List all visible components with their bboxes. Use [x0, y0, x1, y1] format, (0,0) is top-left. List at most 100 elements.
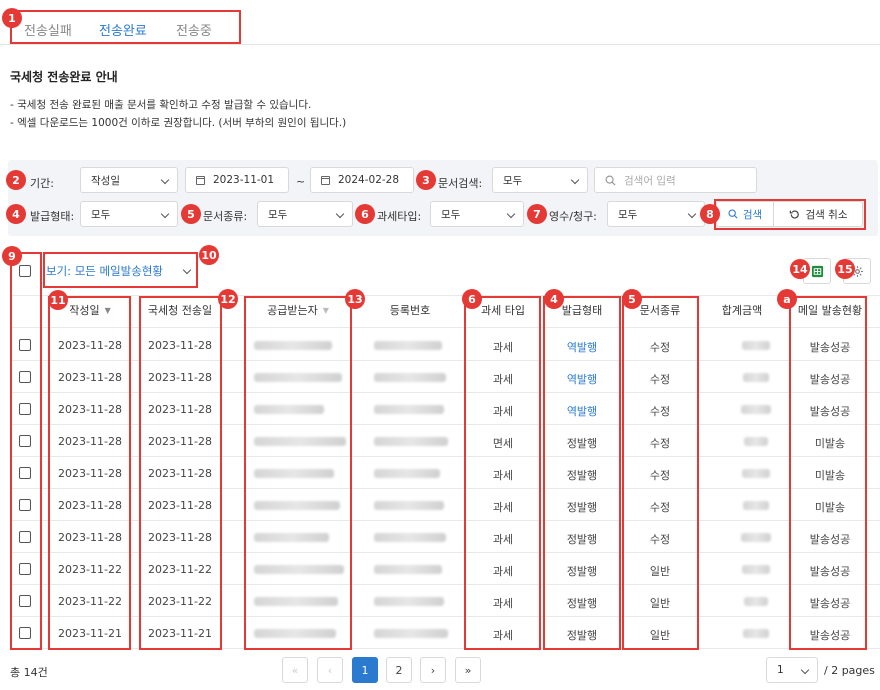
- redacted-recipient: [254, 629, 336, 638]
- date-from-input[interactable]: 2023-11-01: [185, 167, 289, 193]
- chevron-down-icon: [160, 175, 170, 185]
- redacted-recipient: [254, 469, 334, 478]
- cell-tax-type: 과세: [492, 341, 514, 354]
- row-checkbox[interactable]: [19, 435, 31, 450]
- date-to-input[interactable]: 2024-02-28: [310, 167, 414, 193]
- tab-completed[interactable]: 전송완료: [99, 20, 147, 39]
- redacted-reg-no: [374, 597, 444, 606]
- view-select-label: 보기: 모든 메일발송현황: [46, 264, 163, 278]
- row-checkbox[interactable]: [19, 531, 31, 546]
- search-placeholder: 검색어 입력: [624, 174, 676, 187]
- doc-kind-label: 문서종류:: [203, 210, 248, 223]
- doc-kind-value: 모두: [268, 208, 288, 221]
- tab-divider: [0, 44, 880, 45]
- row-checkbox[interactable]: [19, 595, 31, 610]
- cell-mail-status: 발송성공: [809, 629, 851, 642]
- prev-page-button[interactable]: ‹: [317, 657, 343, 683]
- chevron-down-icon: [506, 209, 516, 219]
- row-checkbox[interactable]: [19, 371, 31, 386]
- calendar-icon: [196, 175, 205, 185]
- col-header-recipient[interactable]: 공급받는자 ▼: [246, 296, 350, 324]
- view-select[interactable]: 보기: 모든 메일발송현황: [46, 258, 196, 284]
- annotation-badge-10: 10: [199, 245, 219, 265]
- page-1-button[interactable]: 1: [352, 657, 378, 683]
- row-checkbox[interactable]: [19, 403, 31, 418]
- redacted-recipient: [254, 533, 329, 542]
- chevron-down-icon: [182, 265, 192, 275]
- annotation-badge-11: 11: [48, 290, 68, 310]
- col-header-label: 과세 타입: [481, 304, 525, 317]
- annotation-badge-13: 13: [345, 289, 365, 309]
- tab-failed[interactable]: 전송실패: [24, 20, 72, 39]
- cell-write-date: 2023-11-22: [58, 595, 122, 608]
- page-title: 국세청 전송완료 안내: [10, 70, 118, 84]
- doc-search-select[interactable]: 모두: [492, 167, 588, 193]
- cell-nts-date: 2023-11-28: [148, 339, 212, 352]
- col-header-label: 작성일: [69, 304, 100, 317]
- redacted-total: [742, 469, 770, 478]
- redacted-reg-no: [374, 533, 446, 542]
- description-line-1: - 국세청 전송 완료된 매출 문서를 확인하고 수정 발급할 수 있습니다.: [10, 99, 312, 111]
- col-header-nts-date[interactable]: 국세청 전송일: [140, 296, 220, 324]
- receipt-select[interactable]: 모두: [607, 201, 705, 227]
- cell-issue-type: 정발행: [566, 469, 598, 482]
- date-to-value: 2024-02-28: [338, 174, 400, 186]
- annotation-badge-6: 6: [355, 204, 375, 224]
- row-checkbox[interactable]: [19, 467, 31, 482]
- cell-issue-type: 정발행: [566, 437, 598, 450]
- tax-type-select[interactable]: 모두: [430, 201, 524, 227]
- page-total: / 2 pages: [824, 664, 875, 677]
- cell-doc-kind: 수정: [649, 405, 671, 418]
- tax-type-value: 모두: [441, 208, 461, 221]
- search-input[interactable]: 검색어 입력: [594, 167, 757, 193]
- redacted-recipient: [254, 565, 344, 574]
- row-divider: [10, 648, 880, 649]
- page-select[interactable]: 1: [766, 657, 818, 683]
- redacted-reg-no: [374, 469, 440, 478]
- tab-in-progress[interactable]: 전송중: [176, 20, 212, 39]
- reset-search-button[interactable]: 검색 취소: [773, 201, 863, 227]
- last-page-button[interactable]: »: [455, 657, 481, 683]
- next-page-button[interactable]: ›: [420, 657, 446, 683]
- cell-tax-type: 과세: [492, 533, 514, 546]
- first-page-button[interactable]: «: [282, 657, 308, 683]
- redacted-recipient: [254, 597, 338, 606]
- period-type-select[interactable]: 작성일: [80, 167, 178, 193]
- issue-type-select[interactable]: 모두: [80, 201, 178, 227]
- cell-nts-date: 2023-11-28: [148, 435, 212, 448]
- doc-kind-select[interactable]: 모두: [257, 201, 353, 227]
- search-icon: [728, 209, 738, 219]
- annotation-badge-15: 15: [835, 259, 855, 279]
- cell-nts-date: 2023-11-22: [148, 595, 212, 608]
- redacted-reg-no: [374, 629, 448, 638]
- row-checkbox[interactable]: [19, 627, 31, 642]
- cell-issue-type: 정발행: [566, 565, 598, 578]
- issue-type-label: 발급형태:: [30, 210, 75, 223]
- cell-write-date: 2023-11-28: [58, 435, 122, 448]
- cell-nts-date: 2023-11-28: [148, 531, 212, 544]
- description-line-2: - 엑셀 다운로드는 1000건 이하로 권장합니다. (서버 부하의 원인이 …: [10, 117, 347, 129]
- cell-issue-type: 역발행: [566, 341, 598, 354]
- cell-issue-type: 역발행: [566, 405, 598, 418]
- row-checkbox[interactable]: [19, 499, 31, 514]
- select-all-checkbox[interactable]: [19, 265, 31, 280]
- row-checkbox[interactable]: [19, 563, 31, 578]
- redacted-recipient: [254, 437, 346, 446]
- cell-mail-status: 발송성공: [809, 341, 851, 354]
- search-button[interactable]: 검색: [716, 201, 774, 227]
- cell-tax-type: 과세: [492, 597, 514, 610]
- redacted-total: [741, 533, 771, 542]
- annotation-badge-2: 2: [6, 170, 26, 190]
- row-checkbox[interactable]: [19, 339, 31, 354]
- sort-desc-icon: ▼: [104, 305, 111, 315]
- redacted-total: [742, 341, 770, 350]
- cell-write-date: 2023-11-28: [58, 531, 122, 544]
- page-2-button[interactable]: 2: [386, 657, 412, 683]
- redacted-reg-no: [374, 405, 444, 414]
- cell-mail-status: 발송성공: [809, 405, 851, 418]
- cell-write-date: 2023-11-22: [58, 563, 122, 576]
- cell-issue-type: 정발행: [566, 501, 598, 514]
- cell-write-date: 2023-11-28: [58, 499, 122, 512]
- annotation-badge-doc-kind: 5: [622, 289, 642, 309]
- redacted-total: [742, 565, 770, 574]
